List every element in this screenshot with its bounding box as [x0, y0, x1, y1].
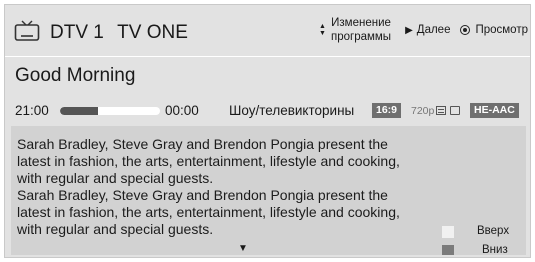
scroll-down-arrow-icon[interactable]: ▼: [238, 243, 248, 254]
tv-icon: [14, 20, 40, 41]
subtitles-icon: [436, 106, 446, 115]
header: DTV 1 TV ONE ▲ ▼ Изменение программы ▶ Да…: [5, 5, 530, 55]
channel-number: DTV 1: [50, 22, 104, 43]
description-fade: [11, 241, 431, 255]
nav-controls: ▲ ▼ Изменение программы ▶ Далее Просмотр: [319, 13, 528, 47]
up-key-swatch-icon: [442, 226, 454, 238]
play-arrow-icon: ▶: [405, 24, 413, 36]
change-program-button[interactable]: Изменение программы: [331, 16, 391, 44]
description-line: Sarah Bradley, Steve Gray and Brendon Po…: [17, 136, 388, 152]
description-line: latest in fashion, the arts, entertainme…: [17, 204, 400, 220]
channel-title: TV ONE: [117, 22, 188, 43]
ok-circle-icon: [460, 25, 471, 35]
legend-down-label: Вниз: [482, 244, 508, 255]
down-key-swatch-icon: [442, 245, 454, 255]
channel-info: DTV 1 TV ONE: [50, 22, 188, 44]
description-line: Sarah Bradley, Steve Gray and Brendon Po…: [17, 187, 388, 203]
legend-up-label: Вверх: [477, 225, 510, 237]
up-down-arrows-icon: ▲ ▼: [319, 23, 326, 37]
end-time: 00:00: [165, 103, 199, 118]
next-button[interactable]: Далее: [417, 24, 451, 36]
change-program-label-2: программы: [330, 31, 392, 43]
description-line: latest in fashion, the arts, entertainme…: [17, 153, 400, 169]
view-button[interactable]: Просмотр: [475, 24, 528, 36]
aspect-ratio-badge: 16:9: [372, 103, 402, 118]
program-title: Good Morning: [15, 65, 136, 86]
progress-bar: [60, 107, 160, 115]
change-program-label-1: Изменение: [331, 17, 391, 29]
start-time: 21:00: [15, 103, 49, 118]
audio-codec-badge: HE-AAC: [470, 103, 519, 118]
progress-fill: [60, 107, 98, 115]
audio-description-icon: [450, 106, 460, 115]
description-text: Sarah Bradley, Steve Gray and Brendon Po…: [17, 136, 417, 238]
description-box[interactable]: Sarah Bradley, Steve Gray and Brendon Po…: [11, 126, 526, 255]
resolution-label: 720p: [411, 105, 435, 117]
program-info-row: 21:00 00:00 Шоу/телевикторины 16:9 720p …: [15, 102, 526, 120]
genre: Шоу/телевикторины: [229, 103, 355, 118]
divider: [5, 56, 530, 57]
description-line: with regular and special guests.: [17, 170, 214, 186]
description-line: with regular and special guests.: [17, 221, 214, 237]
program-info-panel: DTV 1 TV ONE ▲ ▼ Изменение программы ▶ Да…: [4, 4, 531, 258]
